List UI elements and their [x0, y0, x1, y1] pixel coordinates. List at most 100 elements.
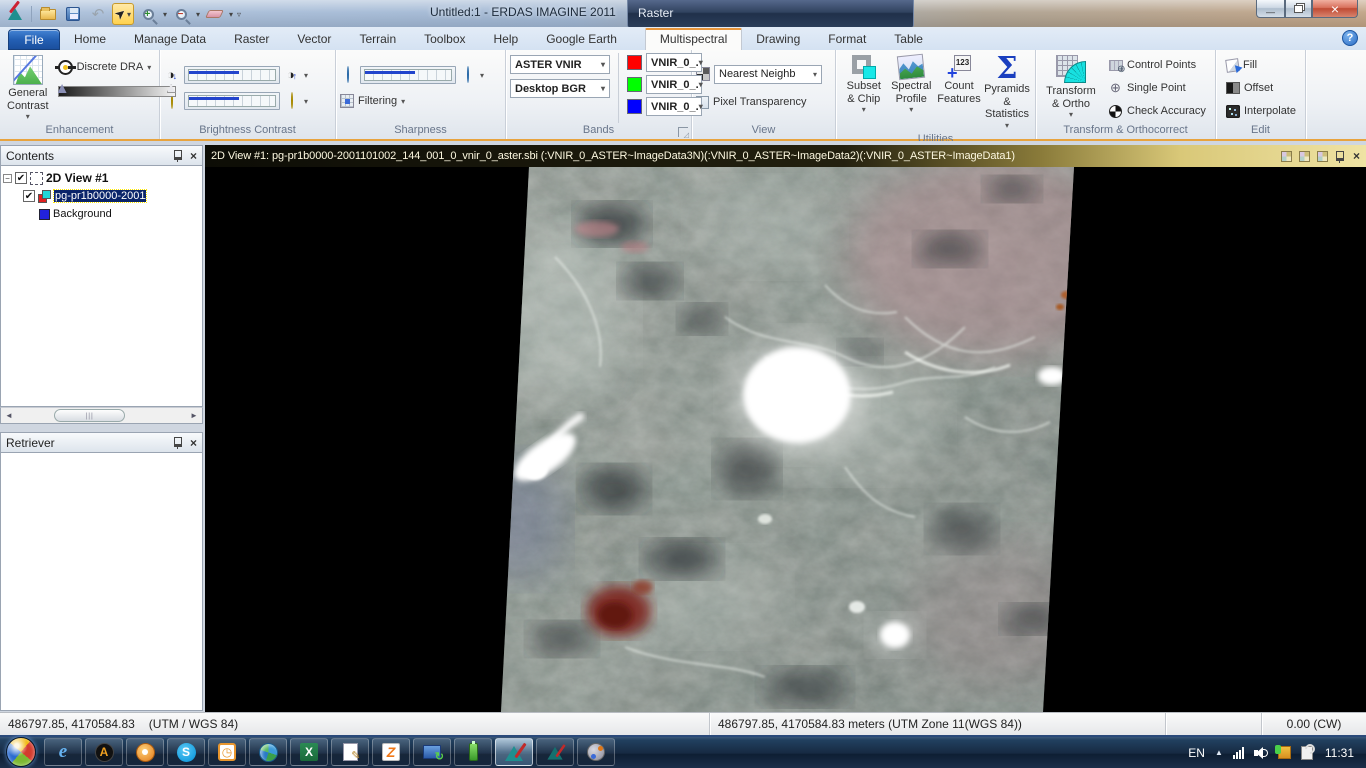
brightness-increase-button[interactable] — [284, 92, 300, 109]
interpolate-button[interactable]: Interpolate — [1226, 101, 1301, 121]
language-indicator[interactable]: EN — [1188, 746, 1205, 760]
sensor-select[interactable]: ASTER VNIR ▾ — [510, 55, 610, 74]
subset-chip-button[interactable]: Subset & Chip ▾ — [840, 53, 888, 132]
undo-button[interactable]: ↶ — [87, 3, 109, 25]
taskbar-internet-explorer[interactable]: e — [44, 738, 82, 766]
contents-hscrollbar[interactable]: ◄ ► — [0, 407, 203, 424]
tab-vector[interactable]: Vector — [283, 29, 345, 50]
close-icon[interactable]: × — [190, 150, 197, 162]
pin-icon[interactable] — [1335, 150, 1344, 163]
zoom-in-dropdown[interactable]: ▾ — [163, 10, 167, 19]
brightness-slider[interactable] — [184, 92, 280, 110]
tree-item-background[interactable]: Background — [3, 205, 200, 223]
taskbar-zoner[interactable]: Z — [372, 738, 410, 766]
close-icon[interactable]: × — [1353, 150, 1360, 162]
eraser-button[interactable] — [203, 3, 225, 25]
green-band-select[interactable]: VNIR_0_. ▾ — [646, 75, 703, 94]
taskbar-aimp[interactable]: A — [85, 738, 123, 766]
taskbar-clock-app[interactable]: ◷ — [208, 738, 246, 766]
red-band-select[interactable]: VNIR_0_. ▾ — [646, 53, 703, 72]
tab-manage-data[interactable]: Manage Data — [120, 29, 220, 50]
tab-google-earth[interactable]: Google Earth — [532, 29, 631, 50]
spectral-profile-button[interactable]: Spectral Profile ▾ — [888, 53, 936, 132]
pin-icon[interactable] — [173, 150, 182, 162]
clipboard-tray-icon[interactable] — [1300, 745, 1313, 760]
clock[interactable]: 11:31 — [1325, 746, 1354, 760]
scrollbar-thumb[interactable] — [54, 409, 126, 422]
tree-item-layer[interactable]: ✔ pg-pr1b0000-200110100 — [3, 187, 200, 205]
open-button[interactable] — [37, 3, 59, 25]
tab-multispectral[interactable]: Multispectral — [644, 28, 743, 50]
general-contrast-button[interactable]: General Contrast ▾ — [4, 53, 52, 123]
contrast-increase-button[interactable]: ◑↑ — [284, 67, 300, 84]
restore-button[interactable] — [1285, 0, 1312, 18]
viewer-title-bar[interactable]: 2D View #1: pg-pr1b0000-2001101002_144_0… — [205, 145, 1366, 167]
close-button[interactable]: × — [1312, 0, 1358, 18]
filtering-button[interactable]: Filtering ▾ — [340, 91, 501, 111]
taskbar-erdas-imagine[interactable] — [495, 738, 533, 766]
blend-icon[interactable] — [1316, 150, 1328, 162]
tab-drawing[interactable]: Drawing — [742, 29, 814, 50]
tab-help[interactable]: Help — [480, 29, 533, 50]
tab-file[interactable]: File — [8, 29, 60, 50]
resample-select[interactable]: Nearest Neighb ▾ — [714, 64, 822, 84]
count-features-button[interactable]: 123 + Count Features — [935, 53, 983, 132]
tab-terrain[interactable]: Terrain — [345, 29, 410, 50]
view-checkbox[interactable]: ✔ — [15, 172, 27, 184]
control-points-button[interactable]: Control Points — [1108, 55, 1206, 75]
tab-home[interactable]: Home — [60, 29, 120, 50]
sharpness-dropdown[interactable]: ▾ — [480, 71, 484, 80]
tab-toolbox[interactable]: Toolbox — [410, 29, 479, 50]
show-hidden-icons[interactable]: ▲ — [1215, 748, 1223, 757]
volume-icon[interactable] — [1253, 746, 1268, 759]
dra-gradient-slider[interactable] — [57, 84, 176, 97]
taskbar-compass-app[interactable] — [126, 738, 164, 766]
zoom-out-button[interactable]: − — [170, 3, 192, 25]
blue-band-select[interactable]: VNIR_0_. ▾ — [646, 97, 703, 116]
tab-raster[interactable]: Raster — [220, 29, 283, 50]
bands-dialog-launcher[interactable] — [678, 127, 689, 139]
taskbar-remote-desktop[interactable] — [413, 738, 451, 766]
sharpness-decrease-button[interactable] — [340, 66, 356, 83]
offset-button[interactable]: Offset — [1226, 78, 1301, 98]
single-point-button[interactable]: ⊕ Single Point — [1108, 78, 1206, 98]
messenger-tray-icon[interactable] — [1274, 745, 1291, 759]
transform-ortho-button[interactable]: Transform & Ortho ▾ — [1040, 53, 1102, 123]
tab-format[interactable]: Format — [814, 29, 880, 50]
taskbar-globe-app[interactable] — [249, 738, 287, 766]
help-button[interactable]: ? — [1342, 30, 1358, 46]
taskbar-erdas-tool[interactable] — [536, 738, 574, 766]
tree-item-2d-view[interactable]: − ✔ 2D View #1 — [3, 169, 200, 187]
network-signal-icon[interactable] — [1232, 746, 1244, 759]
layer-checkbox[interactable]: ✔ — [23, 190, 35, 202]
eraser-dropdown[interactable]: ▾ — [229, 10, 233, 19]
taskbar-device-manager[interactable] — [454, 738, 492, 766]
save-button[interactable] — [62, 3, 84, 25]
swipe-icon[interactable] — [1298, 150, 1310, 162]
sharpness-slider[interactable] — [360, 66, 456, 84]
zoom-in-button[interactable]: + — [137, 3, 159, 25]
sharpness-increase-button[interactable] — [460, 66, 476, 83]
check-accuracy-button[interactable]: Check Accuracy — [1108, 101, 1206, 121]
fill-button[interactable]: Fill — [1225, 55, 1301, 75]
taskbar-excel[interactable]: X — [290, 738, 328, 766]
view-label[interactable]: 2D View #1 — [46, 171, 108, 185]
scroll-left-icon[interactable]: ◄ — [1, 411, 17, 420]
zoom-out-dropdown[interactable]: ▾ — [196, 10, 200, 19]
qat-overflow[interactable]: ▿ — [237, 10, 241, 19]
taskbar-skype[interactable]: S — [167, 738, 205, 766]
slider-handle-right[interactable] — [166, 84, 176, 93]
start-button[interactable] — [6, 737, 36, 767]
slider-handle-left[interactable] — [57, 84, 67, 93]
tab-table[interactable]: Table — [880, 29, 937, 50]
layer-label[interactable]: pg-pr1b0000-200110100 — [53, 189, 147, 203]
taskbar-text-editor[interactable] — [331, 738, 369, 766]
map-canvas[interactable] — [205, 167, 1366, 712]
contrast-decrease-button[interactable]: ◑↓ — [164, 67, 180, 84]
collapse-icon[interactable]: − — [3, 173, 12, 183]
minimize-button[interactable]: — — [1256, 0, 1285, 18]
scroll-right-icon[interactable]: ► — [186, 411, 202, 420]
background-label[interactable]: Background — [53, 208, 112, 220]
pyramids-statistics-button[interactable]: Σ Pyramids & Statistics ▾ — [983, 53, 1031, 132]
pin-icon[interactable] — [173, 437, 182, 449]
